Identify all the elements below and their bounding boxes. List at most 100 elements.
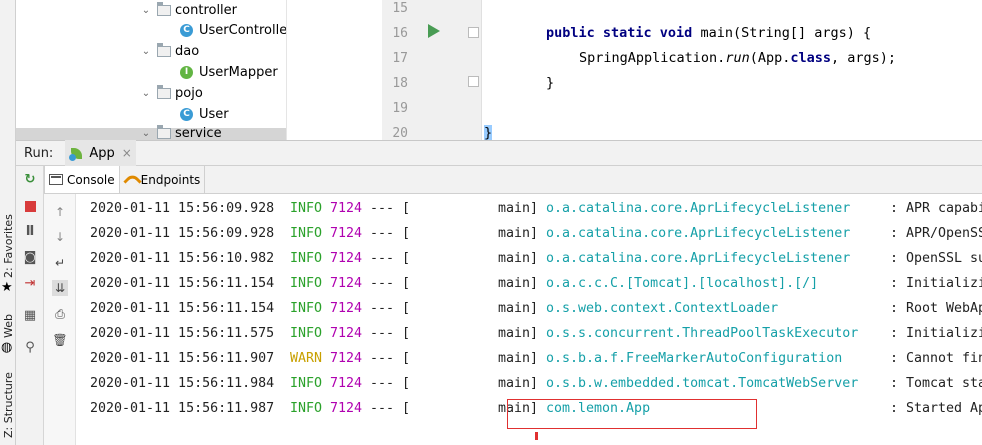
tree-item-usercontroller[interactable]: C UserController xyxy=(180,20,293,41)
log-logger: o.s.b.a.f.FreeMarkerAutoConfiguration xyxy=(546,351,843,366)
log-level: INFO xyxy=(290,276,323,291)
code-text: , args); xyxy=(830,50,897,66)
log-level: INFO xyxy=(290,251,323,266)
tab-console[interactable]: Console xyxy=(44,166,120,193)
code-text: } xyxy=(546,75,555,91)
tree-item-pojo[interactable]: ⌄ pojo xyxy=(140,83,203,104)
class-icon: C xyxy=(180,108,193,121)
log-pid: 7124 xyxy=(330,301,363,316)
line-number: 17 xyxy=(392,51,408,66)
run-tool-window-header: Run: App × xyxy=(16,140,982,166)
log-thread: main] xyxy=(498,301,539,316)
log-timestamp: 2020-01-11 15:56:11.987 xyxy=(90,401,275,416)
tab-endpoints[interactable]: Endpoints xyxy=(120,166,206,193)
fold-marker-icon[interactable] xyxy=(468,76,479,87)
left-tool-window-strip: 2: Favorites ★ Web ◍ Z: Structure xyxy=(0,0,16,445)
run-gutter-icon[interactable] xyxy=(428,24,440,38)
console-output[interactable]: 2020-01-11 15:56:09.928 INFO 7124 --- [ main… xyxy=(76,194,982,445)
chevron-down-icon[interactable]: ⌄ xyxy=(140,88,152,99)
code-line-18: } xyxy=(546,75,554,91)
folder-icon xyxy=(157,125,171,139)
line-number: 15 xyxy=(392,1,408,16)
tree-item-usermapper[interactable]: I UserMapper xyxy=(180,62,278,83)
soft-wrap-icon[interactable]: ↵ xyxy=(52,255,68,271)
web-side-tab-label: Web xyxy=(2,314,15,338)
log-logger: o.a.catalina.core.AprLifecycleListener xyxy=(546,251,851,266)
stop-icon[interactable] xyxy=(22,199,38,215)
favorites-side-tab-label: 2: Favorites xyxy=(2,214,15,278)
log-message: : Tomcat start xyxy=(890,376,982,391)
tree-item-service[interactable]: ⌄ service xyxy=(140,125,222,141)
tree-item-user[interactable]: C User xyxy=(180,104,229,125)
log-pid: 7124 xyxy=(330,401,363,416)
trash-icon[interactable]: 🗑 xyxy=(52,332,68,348)
tree-item-label: service xyxy=(175,125,222,141)
run-tab-app[interactable]: App × xyxy=(65,140,136,166)
scroll-to-end-icon[interactable]: ⇊ xyxy=(52,280,68,296)
log-timestamp: 2020-01-11 15:56:11.575 xyxy=(90,326,275,341)
tree-item-label: UserMapper xyxy=(199,65,278,80)
log-separator: --- [ xyxy=(370,401,411,416)
web-side-tab[interactable]: Web xyxy=(0,310,16,340)
log-timestamp: 2020-01-11 15:56:11.907 xyxy=(90,351,275,366)
code-text: (App. xyxy=(749,50,791,66)
code-text: main(String[] args) { xyxy=(692,25,872,41)
log-level: WARN xyxy=(290,351,323,366)
log-logger: o.a.catalina.core.AprLifecycleListener xyxy=(546,226,851,241)
layout-icon[interactable]: ▦ xyxy=(22,308,38,324)
code-text: SpringApplication. xyxy=(579,50,726,66)
editor-gutter xyxy=(382,0,482,140)
log-message: : Root WebAppl xyxy=(890,301,982,316)
code-line-20: } xyxy=(484,125,493,141)
log-timestamp: 2020-01-11 15:56:11.154 xyxy=(90,276,275,291)
spring-boot-icon xyxy=(69,146,85,161)
log-message: : Initializing xyxy=(890,276,982,291)
exit-icon[interactable]: ⇥ xyxy=(22,276,38,292)
log-timestamp: 2020-01-11 15:56:09.928 xyxy=(90,201,275,216)
tree-item-controller[interactable]: ⌄ controller xyxy=(140,0,237,21)
print-icon[interactable]: ⎙ xyxy=(52,306,68,322)
console-toolbar: ↑ ↓ ↵ ⇊ ⎙ 🗑 xyxy=(44,194,76,445)
rerun-icon[interactable]: ↻ xyxy=(22,172,38,188)
tree-item-label: User xyxy=(199,107,229,122)
log-logger: o.s.web.context.ContextLoader xyxy=(546,301,779,316)
log-message: : APR capabili xyxy=(890,201,982,216)
camera-icon[interactable]: ◙ xyxy=(22,250,38,266)
fold-marker-icon[interactable] xyxy=(468,27,479,38)
code-method: run xyxy=(725,50,750,66)
code-brace: } xyxy=(484,125,493,141)
arrow-down-icon[interactable]: ↓ xyxy=(52,229,68,245)
log-thread: main] xyxy=(498,351,539,366)
log-thread: main] xyxy=(498,201,539,216)
console-tab-bar: Console Endpoints xyxy=(44,166,982,194)
code-editor[interactable]: public static void main(String[] args) {… xyxy=(484,0,982,141)
log-message: : Cannot find xyxy=(890,351,982,366)
tree-item-dao[interactable]: ⌄ dao xyxy=(140,41,199,62)
log-level: INFO xyxy=(290,201,323,216)
star-icon: ★ xyxy=(1,280,13,295)
annotation-caret-mark xyxy=(535,432,538,440)
pin-icon[interactable]: ⚲ xyxy=(22,340,38,356)
line-number: 18 xyxy=(392,76,408,91)
pause-icon[interactable]: Ⅱ xyxy=(22,224,38,240)
arrow-up-icon[interactable]: ↑ xyxy=(52,204,68,220)
chevron-down-icon[interactable]: ⌄ xyxy=(140,46,152,57)
close-icon[interactable]: × xyxy=(122,146,132,160)
log-level: INFO xyxy=(290,226,323,241)
log-pid: 7124 xyxy=(330,201,363,216)
favorites-side-tab[interactable]: 2: Favorites xyxy=(0,210,16,280)
tree-item-label: UserController xyxy=(199,23,293,38)
log-separator: --- [ xyxy=(370,301,411,316)
chevron-down-icon[interactable]: ⌄ xyxy=(140,5,152,16)
log-pid: 7124 xyxy=(330,326,363,341)
log-logger: o.a.c.c.C.[Tomcat].[localhost].[/] xyxy=(546,276,819,291)
chevron-down-icon[interactable]: ⌄ xyxy=(140,128,152,139)
log-separator: --- [ xyxy=(370,226,411,241)
interface-icon: I xyxy=(180,66,193,79)
structure-side-tab[interactable]: Z: Structure xyxy=(0,370,16,440)
log-level: INFO xyxy=(290,326,323,341)
run-tab-label: App xyxy=(89,145,115,161)
log-separator: --- [ xyxy=(370,326,411,341)
log-message: : Initializing xyxy=(890,326,982,341)
code-keyword: public static void xyxy=(546,25,693,41)
